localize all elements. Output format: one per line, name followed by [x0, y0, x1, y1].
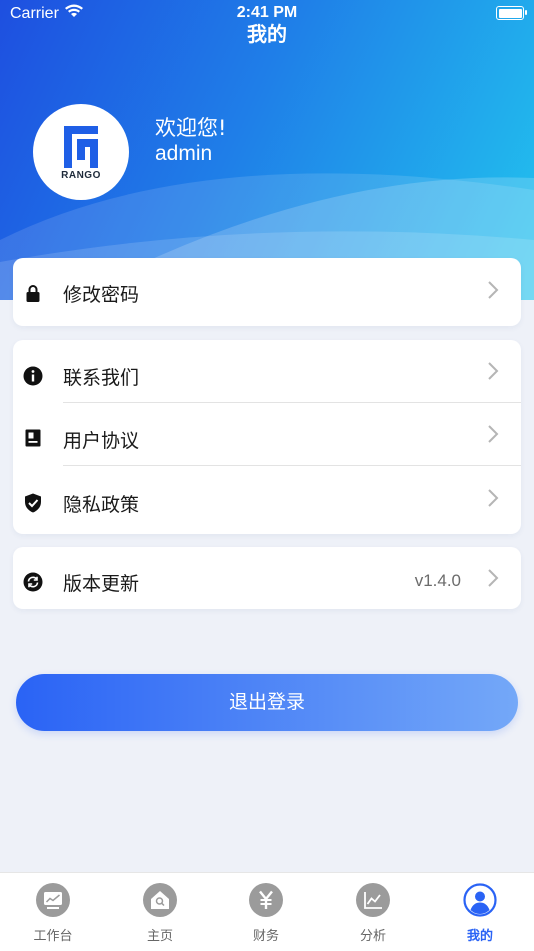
info-icon: [23, 366, 43, 386]
avatar[interactable]: RANGO: [33, 104, 129, 200]
chevron-right-icon: [488, 569, 499, 587]
menu-label: 版本更新: [63, 573, 140, 595]
tab-label: 我的: [466, 929, 493, 944]
version-card: 版本更新 v1.4.0: [13, 547, 521, 609]
rango-logo-icon: [64, 126, 98, 168]
menu-item-contact-us[interactable]: 联系我们: [13, 340, 521, 403]
chevron-right-icon: [488, 281, 499, 299]
yuan-icon: [249, 883, 283, 917]
document-icon: [25, 429, 41, 447]
profile-header: Carrier 2:41 PM 我的 RANGO 欢迎您! admin: [0, 0, 534, 300]
refresh-icon: [23, 572, 43, 592]
version-value: v1.4.0: [414, 571, 461, 590]
chevron-right-icon: [488, 425, 499, 443]
username-text: admin: [155, 142, 213, 165]
shield-check-icon: [25, 493, 41, 513]
menu-label: 用户协议: [63, 430, 140, 452]
menu-item-user-agreement[interactable]: 用户协议: [13, 403, 521, 466]
tab-label: 工作台: [33, 929, 73, 944]
menu-label: 隐私政策: [63, 494, 140, 516]
menu-item-privacy-policy[interactable]: 隐私政策: [13, 466, 521, 534]
menu-label: 修改密码: [63, 284, 140, 306]
page-title: 我的: [247, 22, 287, 46]
tab-label: 主页: [146, 929, 173, 944]
tab-finance[interactable]: 财务: [213, 873, 319, 951]
tab-workbench[interactable]: 工作台: [0, 873, 106, 951]
menu-item-change-password[interactable]: 修改密码: [13, 258, 521, 326]
monitor-chart-icon: [36, 883, 70, 917]
tab-mine[interactable]: 我的: [427, 873, 533, 951]
line-chart-icon: [356, 883, 390, 917]
lock-icon: [26, 285, 40, 302]
tab-label: 财务: [252, 929, 279, 944]
tab-bar: 工作台 主页 财务 分析 我的: [0, 872, 534, 951]
user-icon: [463, 883, 497, 917]
brand-text: RANGO: [61, 170, 101, 181]
tab-analysis[interactable]: 分析: [320, 873, 426, 951]
account-card: 修改密码: [13, 258, 521, 326]
home-search-icon: [143, 883, 177, 917]
menu-item-version-update[interactable]: 版本更新 v1.4.0: [13, 547, 521, 609]
tab-label: 分析: [359, 929, 386, 944]
tab-home[interactable]: 主页: [107, 873, 213, 951]
chevron-right-icon: [488, 362, 499, 380]
logout-button[interactable]: 退出登录: [16, 674, 518, 731]
chevron-right-icon: [488, 489, 499, 507]
menu-label: 联系我们: [63, 367, 140, 389]
welcome-text: 欢迎您!: [155, 116, 227, 140]
info-card: 联系我们 用户协议 隐私政策: [13, 340, 521, 534]
